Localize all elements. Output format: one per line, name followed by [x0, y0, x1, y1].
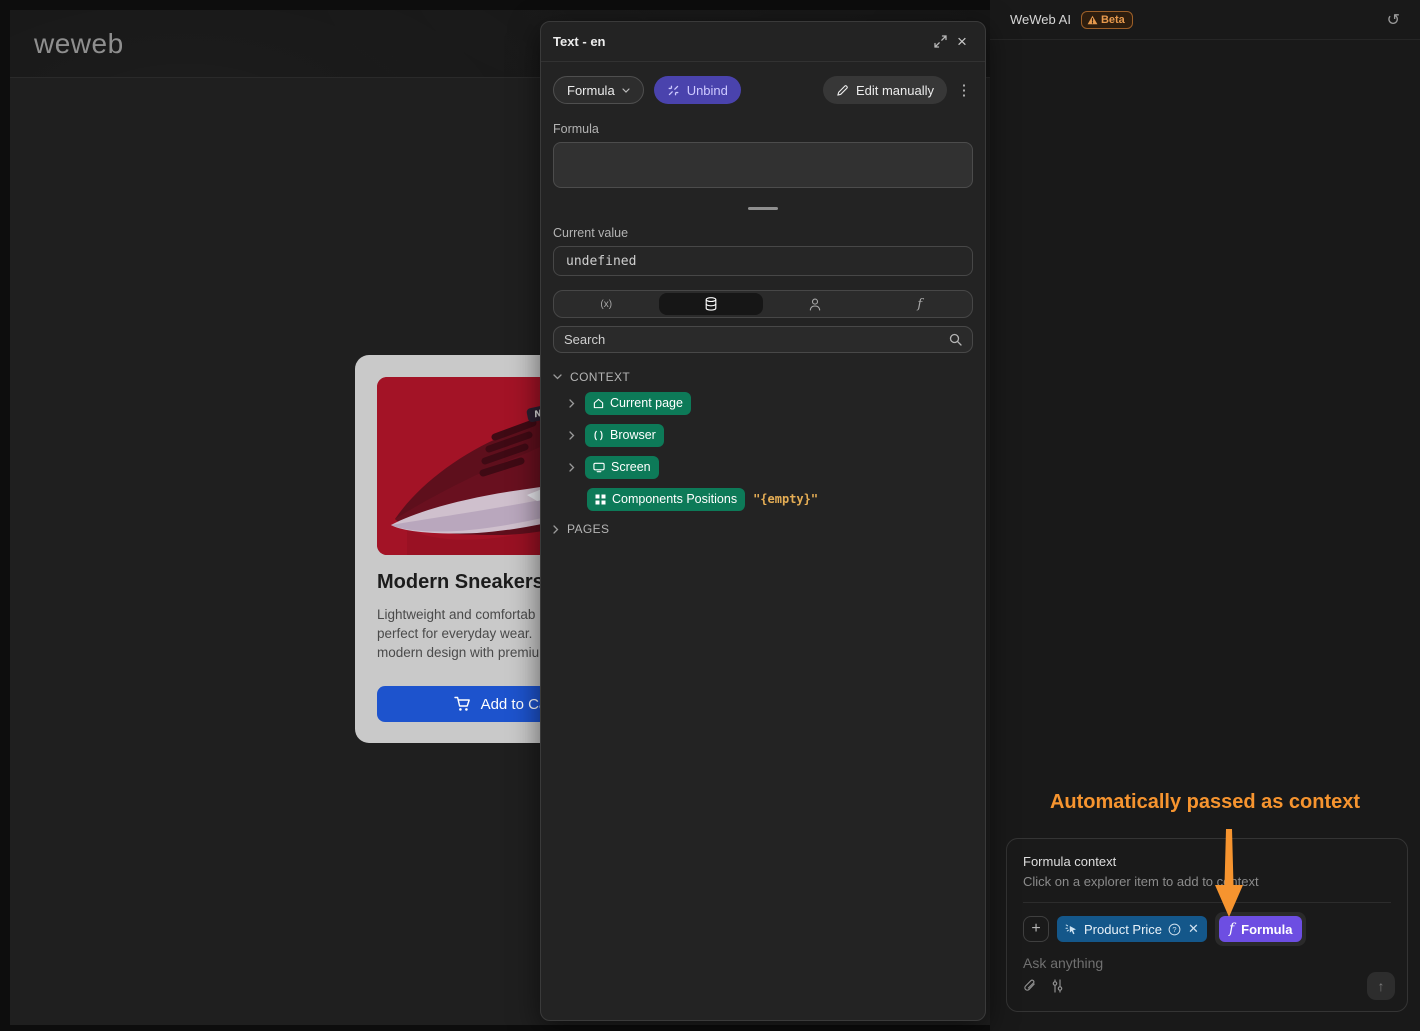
current-value-label: Current value: [553, 226, 973, 240]
chevron-right-icon: [553, 525, 559, 534]
home-icon: [593, 398, 604, 409]
data-icon: [705, 297, 717, 311]
beta-label: Beta: [1101, 14, 1125, 26]
warning-icon: [1087, 15, 1098, 25]
pages-section-label: PAGES: [567, 522, 609, 536]
search-input[interactable]: [564, 332, 949, 347]
search-icon: [949, 333, 962, 346]
binding-type-dropdown[interactable]: Formula: [553, 76, 644, 104]
modal-body: Formula Unbind Edit manually ⋮ Formula: [541, 62, 985, 551]
tree-row-current-page: Current page: [553, 387, 973, 419]
tree-chip-components-positions[interactable]: Components Positions: [587, 488, 745, 511]
sliders-icon[interactable]: [1051, 979, 1064, 993]
chevron-right-icon[interactable]: [569, 431, 583, 440]
tree-row-screen: Screen: [553, 451, 973, 483]
pencil-icon: [836, 84, 849, 97]
tree-chip-screen[interactable]: Screen: [585, 456, 659, 479]
current-value-display: undefined: [553, 246, 973, 276]
screen-icon: [593, 462, 605, 473]
close-icon[interactable]: ×: [951, 31, 973, 53]
tab-variables[interactable]: (x): [554, 291, 659, 317]
code-icon: [593, 430, 604, 441]
tree-chip-browser[interactable]: Browser: [585, 424, 664, 447]
context-box-title: Formula context: [1023, 854, 1391, 869]
arrow-down-icon: [1213, 829, 1245, 917]
search-box: [553, 326, 973, 353]
weweb-logo: weweb: [34, 28, 124, 60]
remove-chip-icon[interactable]: ✕: [1188, 921, 1199, 937]
tree-chip-label: Screen: [611, 460, 651, 474]
formula-label: Formula: [553, 122, 973, 136]
unlink-icon: [667, 84, 680, 97]
formula-context-box: Formula context Click on a explorer item…: [1006, 838, 1408, 1012]
product-price-label: Product Price: [1084, 922, 1162, 937]
beta-badge: Beta: [1081, 11, 1133, 29]
binding-toolbar: Formula Unbind Edit manually ⋮: [553, 76, 973, 104]
context-section-header[interactable]: CONTEXT: [553, 367, 973, 387]
formula-chip-label: Formula: [1241, 922, 1292, 937]
formula-chip[interactable]: f Formula: [1219, 916, 1302, 942]
tree-chip-label: Current page: [610, 396, 683, 410]
product-price-chip[interactable]: Product Price ? ✕: [1057, 916, 1207, 942]
magic-cursor-icon: [1065, 923, 1078, 936]
resize-handle[interactable]: [748, 207, 778, 210]
binding-modal: Text - en × Formula Unbind: [540, 21, 986, 1021]
grid-icon: [595, 494, 606, 505]
unbind-button[interactable]: Unbind: [654, 76, 741, 104]
binding-type-label: Formula: [567, 83, 615, 98]
chevron-right-icon[interactable]: [569, 463, 583, 472]
history-icon[interactable]: ↺: [1387, 10, 1400, 30]
svg-text:?: ?: [1172, 925, 1176, 934]
edit-manually-button[interactable]: Edit manually: [823, 76, 947, 104]
formula-input[interactable]: [553, 142, 973, 188]
tree-item-value: "{empty}": [753, 492, 818, 506]
divider: [1023, 902, 1391, 903]
user-icon: [809, 298, 821, 311]
modal-header: Text - en ×: [541, 22, 985, 62]
tree-chip-current-page[interactable]: Current page: [585, 392, 691, 415]
formula-chip-highlight: f Formula: [1215, 912, 1306, 946]
send-button[interactable]: ↑: [1367, 972, 1395, 1000]
tab-user[interactable]: [763, 291, 868, 317]
tab-data[interactable]: [659, 293, 764, 315]
tree-row-browser: Browser: [553, 419, 973, 451]
context-box-footer: ↑: [1023, 972, 1395, 1000]
ask-anything-input[interactable]: [1023, 955, 1391, 971]
attachment-icon[interactable]: [1023, 979, 1037, 994]
chevron-down-icon: [622, 88, 630, 93]
chevron-down-icon: [553, 374, 562, 380]
weweb-ai-panel: WeWeb AI Beta ↺ Automatically passed as …: [990, 0, 1420, 1031]
formula-icon: f: [917, 297, 922, 312]
add-context-button[interactable]: +: [1023, 916, 1049, 942]
context-box-subtitle: Click on a explorer item to add to conte…: [1023, 874, 1391, 889]
variables-icon: (x): [600, 299, 612, 310]
formula-icon: f: [1229, 921, 1234, 937]
kebab-menu-icon[interactable]: ⋮: [955, 81, 973, 99]
ai-panel-header: WeWeb AI Beta ↺: [990, 0, 1420, 40]
edit-manually-label: Edit manually: [856, 83, 934, 98]
explorer-tabs: (x) f: [553, 290, 973, 318]
cart-icon: [454, 696, 472, 712]
context-chips-row: + Product Price ? ✕ f Formula: [1023, 912, 1391, 946]
tree-chip-label: Components Positions: [612, 492, 737, 506]
tab-formulas[interactable]: f: [868, 291, 973, 317]
help-icon[interactable]: ?: [1168, 923, 1181, 936]
unbind-label: Unbind: [687, 83, 728, 98]
pages-section-header[interactable]: PAGES: [553, 519, 973, 539]
ai-panel-title: WeWeb AI: [1010, 12, 1071, 27]
modal-title: Text - en: [553, 34, 606, 49]
context-annotation: Automatically passed as context: [990, 791, 1420, 814]
tree-row-components-positions: Components Positions "{empty}": [553, 483, 973, 515]
chevron-right-icon[interactable]: [569, 399, 583, 408]
expand-icon[interactable]: [929, 31, 951, 53]
tree-chip-label: Browser: [610, 428, 656, 442]
context-section-label: CONTEXT: [570, 370, 630, 384]
